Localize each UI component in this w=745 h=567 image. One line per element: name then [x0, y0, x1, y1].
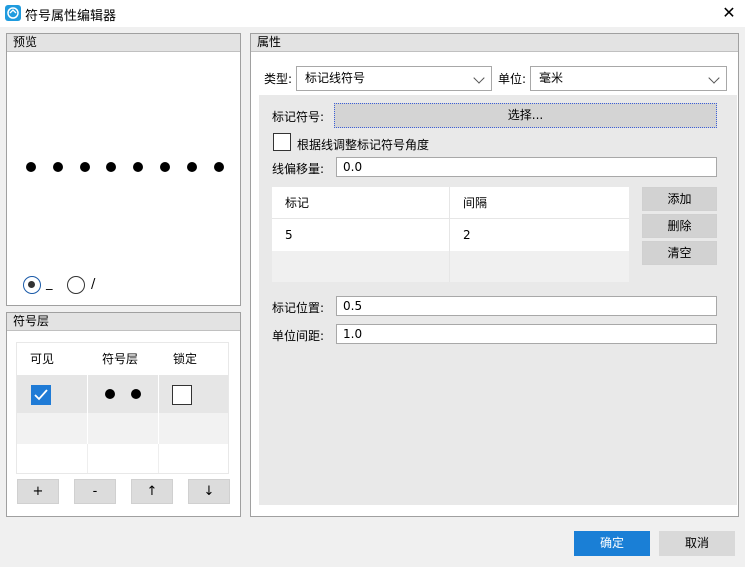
column-header-mark: 标记 — [285, 196, 310, 210]
add-layer-button[interactable]: + — [17, 479, 59, 504]
table-row[interactable] — [17, 375, 228, 413]
remove-layer-button[interactable]: - — [74, 479, 116, 504]
offset-label: 线偏移量: — [272, 162, 325, 176]
marker-position-input[interactable]: 0.5 — [336, 296, 717, 316]
chevron-down-icon — [473, 72, 485, 84]
preview-dot — [213, 162, 224, 172]
unit-value: 毫米 — [539, 71, 564, 85]
adjust-angle-checkbox[interactable] — [273, 133, 291, 151]
close-icon[interactable]: ✕ — [718, 3, 740, 23]
gap-cell: 2 — [463, 228, 471, 242]
radio-slash[interactable] — [67, 276, 85, 294]
add-marker-button[interactable]: 添加 — [642, 187, 717, 211]
move-down-button[interactable]: ↓ — [188, 479, 230, 504]
preview-dot — [160, 162, 170, 172]
table-row[interactable]: 5 2 — [272, 219, 629, 251]
type-label: 类型: — [264, 72, 293, 86]
column-header-gap: 间隔 — [463, 196, 488, 210]
table-row-empty — [272, 251, 629, 282]
table-row-empty — [17, 444, 228, 473]
adjust-angle-label: 根据线调整标记符号角度 — [297, 138, 430, 152]
mark-cell: 5 — [285, 228, 293, 242]
preview-dot — [186, 162, 197, 172]
radio-underscore-label: _ — [46, 276, 53, 291]
unit-dropdown[interactable]: 毫米 — [530, 66, 727, 91]
radio-underscore[interactable] — [23, 276, 41, 294]
title-bar: 符号属性编辑器 ✕ — [0, 0, 745, 27]
visible-checkbox[interactable] — [31, 385, 51, 405]
chevron-down-icon — [708, 72, 720, 84]
column-header-visible: 可见 — [30, 352, 55, 366]
table-row-empty — [17, 413, 228, 444]
preview-dot — [131, 389, 141, 399]
unit-spacing-input[interactable]: 1.0 — [336, 324, 717, 344]
app-logo-icon — [5, 5, 21, 21]
marker-position-label: 标记位置: — [272, 301, 325, 315]
marker-symbol-label: 标记符号: — [272, 110, 325, 124]
preview-dot — [106, 162, 117, 172]
symbol-layer-header: 符号层 — [7, 313, 240, 331]
unit-spacing-label: 单位间距: — [272, 329, 325, 343]
layer-symbol-preview — [105, 389, 145, 399]
symbol-layer-table: 可见 符号层 锁定 — [16, 342, 229, 474]
delete-marker-button[interactable]: 删除 — [642, 214, 717, 238]
preview-dot — [52, 162, 63, 172]
lock-checkbox[interactable] — [172, 385, 192, 405]
clear-markers-button[interactable]: 清空 — [642, 241, 717, 265]
unit-label: 单位: — [498, 72, 527, 86]
offset-input[interactable]: 0.0 — [336, 157, 717, 177]
properties-header: 属性 — [251, 34, 738, 52]
preview-dot — [79, 162, 90, 172]
select-symbol-button[interactable]: 选择... — [334, 103, 717, 128]
cancel-button[interactable]: 取消 — [659, 531, 735, 556]
radio-slash-label: / — [91, 277, 96, 292]
preview-dot — [133, 162, 144, 172]
preview-header: 预览 — [7, 34, 240, 52]
ok-button[interactable]: 确定 — [574, 531, 650, 556]
marker-table: 标记 间隔 5 2 — [272, 187, 629, 282]
move-up-button[interactable]: ↑ — [131, 479, 173, 504]
preview-canvas — [20, 160, 230, 174]
window-title: 符号属性编辑器 — [25, 9, 117, 24]
type-dropdown[interactable]: 标记线符号 — [296, 66, 492, 91]
column-header-lock: 锁定 — [173, 352, 198, 366]
type-value: 标记线符号 — [305, 71, 366, 85]
preview-dot — [26, 162, 36, 172]
preview-dot — [105, 389, 115, 399]
column-header-layer: 符号层 — [102, 352, 139, 366]
